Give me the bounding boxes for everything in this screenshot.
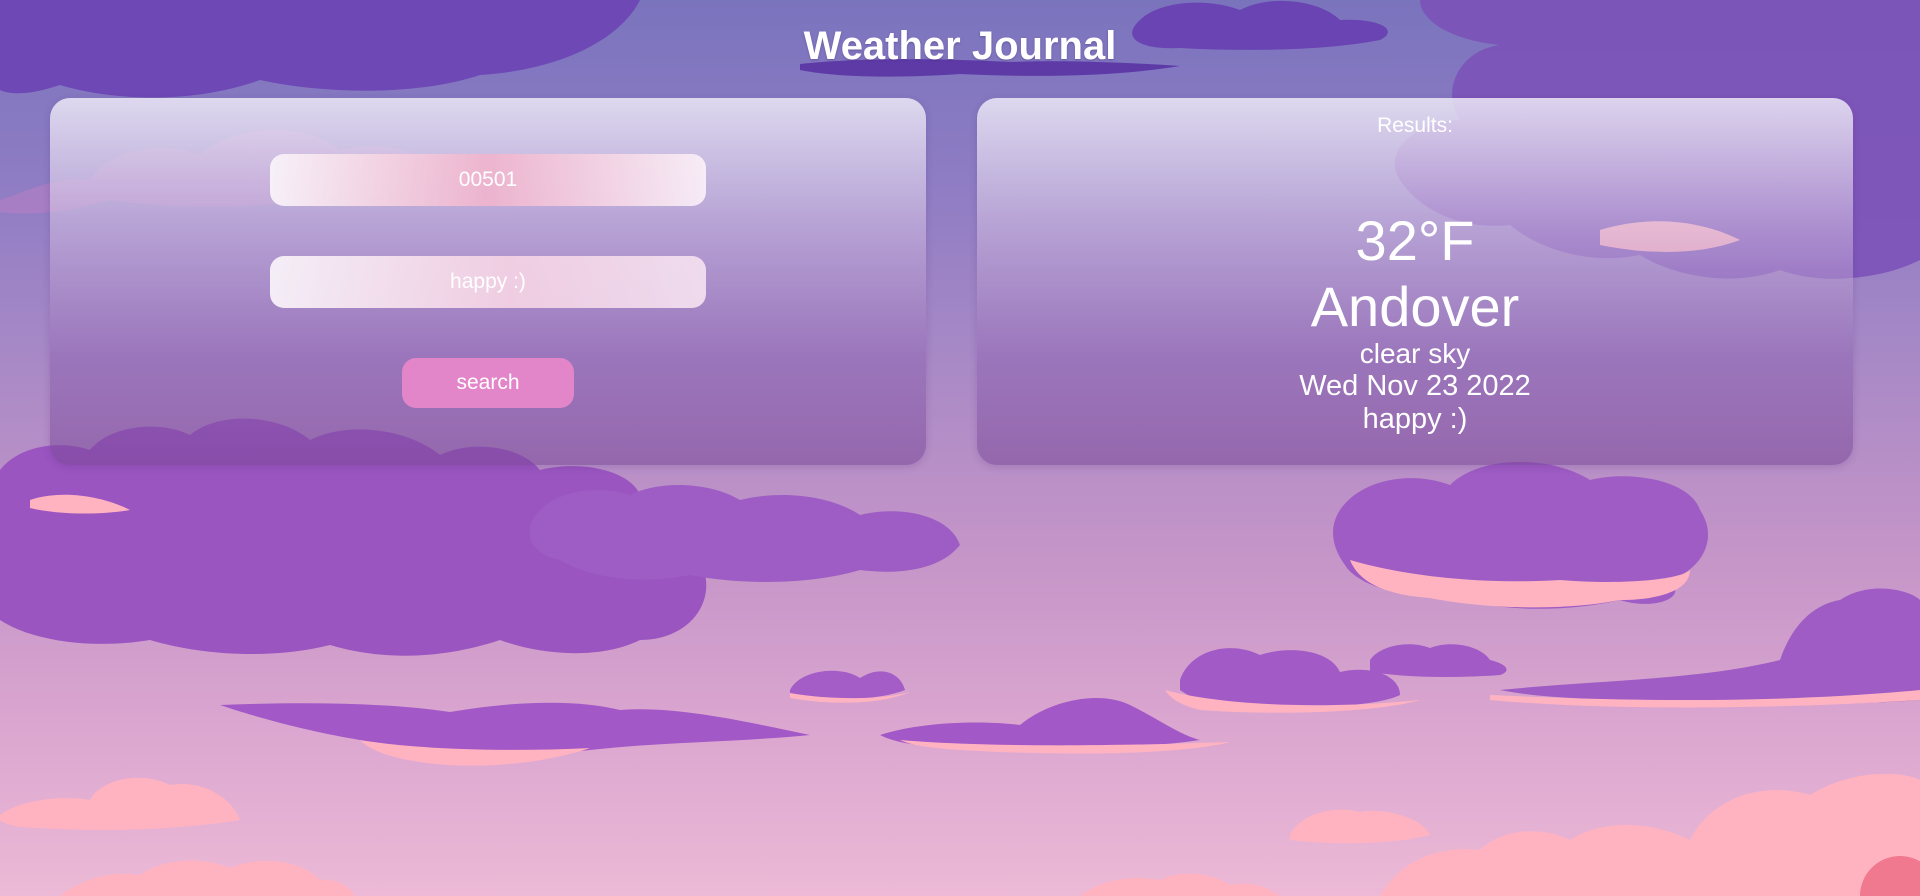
results-panel: Results: 32°F Andover clear sky Wed Nov …: [977, 98, 1853, 465]
feelings-entry: happy :): [1362, 403, 1468, 435]
search-button[interactable]: search: [402, 358, 574, 408]
journal-form-panel: search: [50, 98, 926, 465]
temperature-value: 32°F: [1355, 209, 1475, 272]
bottom-clouds: [0, 773, 1920, 896]
results-label: Results:: [1377, 114, 1453, 137]
feelings-input[interactable]: [270, 256, 706, 308]
zip-input[interactable]: [270, 154, 706, 206]
entry-date: Wed Nov 23 2022: [1299, 370, 1531, 402]
weather-description: clear sky: [1359, 338, 1471, 369]
middle-clouds: [0, 418, 1920, 766]
city-name: Andover: [1310, 275, 1520, 338]
page-title: Weather Journal: [803, 24, 1117, 68]
